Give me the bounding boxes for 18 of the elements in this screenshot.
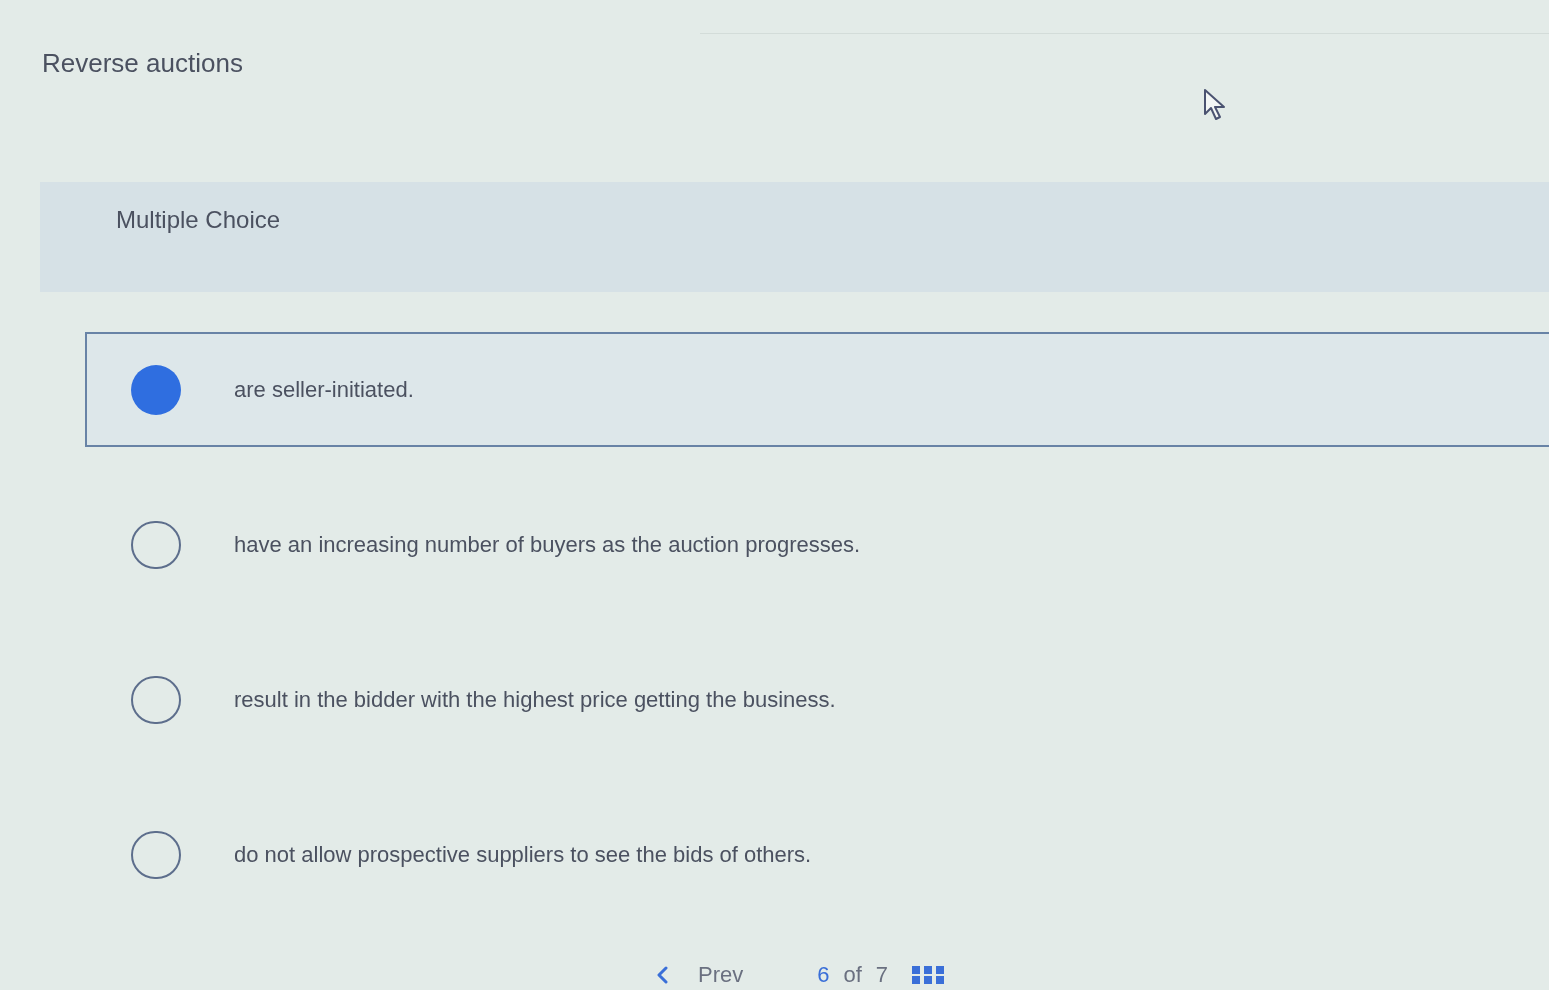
question-title: Reverse auctions — [42, 47, 243, 80]
page-of-text: of — [843, 962, 862, 988]
prev-link[interactable]: Prev — [698, 962, 744, 988]
question-type-label: Multiple Choice — [116, 205, 281, 235]
pointer-cursor-icon — [1203, 88, 1227, 122]
selected-answer-row[interactable]: are seller-initiated. — [85, 332, 1549, 447]
grid-icon[interactable] — [912, 966, 945, 984]
radio-button[interactable] — [131, 520, 181, 569]
current-page-number: 6 — [817, 962, 830, 988]
total-pages-number: 7 — [875, 962, 889, 988]
option-text: are seller-initiated. — [234, 375, 414, 404]
radio-button[interactable] — [131, 830, 181, 879]
option-text: do not allow prospective suppliers to see the bids of others. — [234, 840, 812, 869]
radio-button[interactable] — [131, 675, 181, 724]
option-text: have an increasing number of buyers as the auction progresses. — [234, 530, 861, 559]
chevron-left-icon[interactable] — [656, 966, 668, 984]
option-text: result in the bidder with the highest price getting the business. — [234, 685, 836, 714]
radio-button[interactable] — [131, 364, 181, 415]
